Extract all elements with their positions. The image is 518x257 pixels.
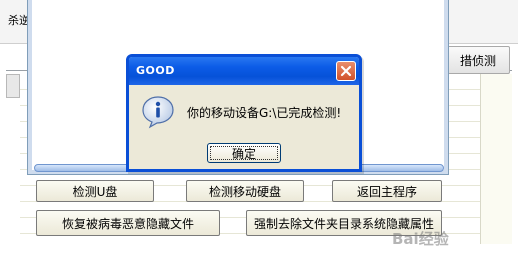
dialog-message: 你的移动设备G:\已完成检测! [187,106,342,120]
dialog-title: GOOD [136,64,175,77]
background-left-tab[interactable] [6,74,20,98]
message-dialog: GOOD 你的移动设备G:\已完成检测! 确定 [126,54,362,172]
background-side-panel [480,74,512,244]
check-hdd-button[interactable]: 检测移动硬盘 [186,180,304,202]
restore-hidden-files-button[interactable]: 恢复被病毒恶意隐藏文件 [36,210,220,236]
check-usb-button[interactable]: 检测U盘 [36,180,154,202]
background-partial-tab[interactable]: 措侦测 [446,46,510,74]
ok-button[interactable]: 确定 [207,143,281,163]
dialog-close-button[interactable] [336,61,356,81]
info-icon [142,96,174,129]
ok-button-label: 确定 [231,146,256,161]
background-partial-title: 杀逆 [8,14,30,27]
dialog-titlebar[interactable]: GOOD [129,57,359,85]
baidu-watermark: Bai经验 [392,224,512,252]
watermark-text: Bai经验 [392,229,449,248]
back-to-main-button[interactable]: 返回主程序 [332,180,442,202]
close-icon [340,65,352,77]
